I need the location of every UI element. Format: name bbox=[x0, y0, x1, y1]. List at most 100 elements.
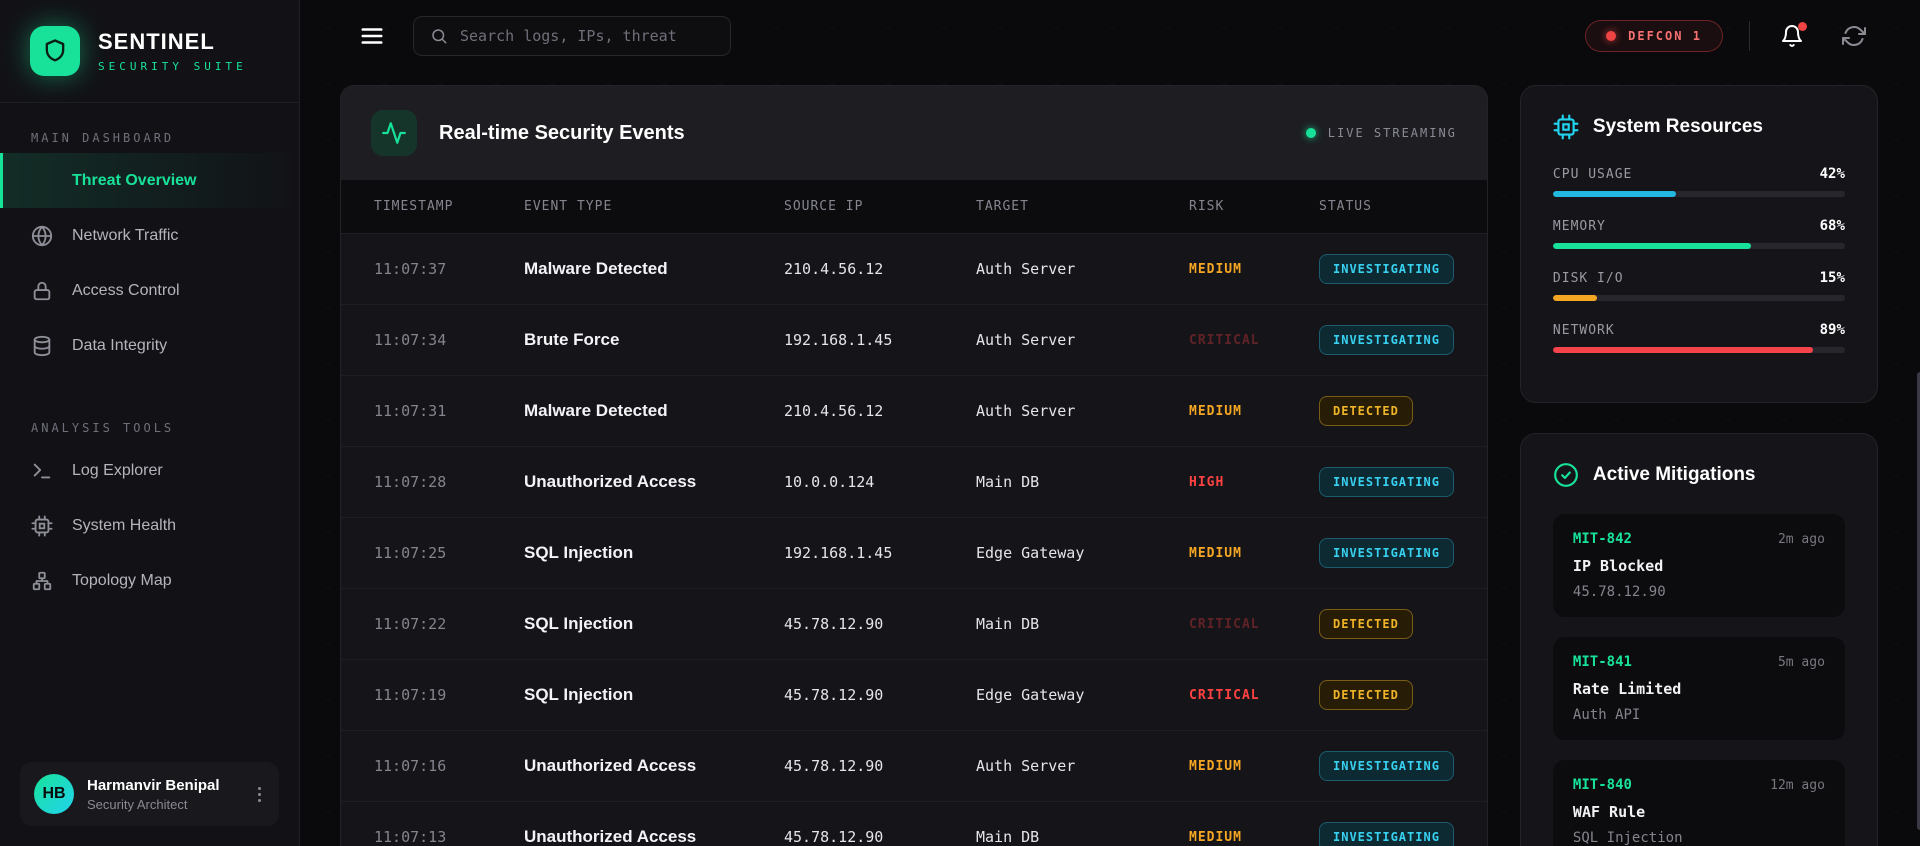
event-row[interactable]: 11:07:22 SQL Injection 45.78.12.90 Main … bbox=[341, 588, 1487, 659]
mitigation-id: MIT-842 bbox=[1573, 531, 1632, 547]
event-status-badge: DETECTED bbox=[1319, 609, 1413, 639]
metric-label: MEMORY bbox=[1553, 219, 1606, 234]
mitigation-action: IP Blocked bbox=[1573, 557, 1825, 575]
mitigation-time: 2m ago bbox=[1778, 532, 1825, 547]
sidebar-item[interactable]: Topology Map bbox=[0, 553, 299, 608]
mitigation-card[interactable]: MIT-842 2m ago IP Blocked 45.78.12.90 bbox=[1553, 514, 1845, 617]
sidebar-nav: MAIN DASHBOARD Threat Overview Network T… bbox=[0, 103, 299, 742]
sidebar-item-label: Log Explorer bbox=[72, 462, 163, 480]
event-row[interactable]: 11:07:19 SQL Injection 45.78.12.90 Edge … bbox=[341, 659, 1487, 730]
mitigation-id: MIT-840 bbox=[1573, 777, 1632, 793]
hamburger-menu-icon[interactable] bbox=[355, 19, 389, 53]
event-row[interactable]: 11:07:34 Brute Force 192.168.1.45 Auth S… bbox=[341, 304, 1487, 375]
col-target: TARGET bbox=[976, 199, 1189, 214]
event-status-badge: INVESTIGATING bbox=[1319, 325, 1454, 355]
metric-bar-track bbox=[1553, 295, 1845, 301]
sidebar-item-label: Topology Map bbox=[72, 572, 172, 590]
sidebar-item[interactable]: System Health bbox=[0, 498, 299, 553]
resource-metric: NETWORK 89% bbox=[1553, 322, 1845, 353]
sidebar-item[interactable]: Access Control bbox=[0, 263, 299, 318]
chip-icon bbox=[31, 515, 53, 537]
security-events-panel: Real-time Security Events LIVE STREAMING… bbox=[340, 85, 1488, 846]
event-row[interactable]: 11:07:13 Unauthorized Access 45.78.12.90… bbox=[341, 801, 1487, 846]
resource-metric: CPU USAGE 42% bbox=[1553, 166, 1845, 197]
event-status-badge: INVESTIGATING bbox=[1319, 467, 1454, 497]
sidebar-item-label: Network Traffic bbox=[72, 227, 178, 245]
event-row[interactable]: 11:07:25 SQL Injection 192.168.1.45 Edge… bbox=[341, 517, 1487, 588]
user-profile[interactable]: HB Harmanvir Benipal Security Architect bbox=[20, 762, 279, 826]
event-row[interactable]: 11:07:16 Unauthorized Access 45.78.12.90… bbox=[341, 730, 1487, 801]
event-status-badge: INVESTIGATING bbox=[1319, 254, 1454, 284]
notification-dot bbox=[1798, 22, 1807, 31]
refresh-button[interactable] bbox=[1838, 20, 1870, 52]
profile-menu-icon[interactable] bbox=[254, 783, 265, 806]
event-risk: CRITICAL bbox=[1189, 617, 1319, 632]
event-target: Main DB bbox=[976, 615, 1189, 633]
activity-icon bbox=[381, 120, 407, 146]
main-area: DEFCON 1 bbox=[300, 0, 1920, 846]
live-dot bbox=[1306, 128, 1316, 138]
profile-role: Security Architect bbox=[87, 797, 241, 812]
event-type: Unauthorized Access bbox=[524, 827, 784, 846]
event-row[interactable]: 11:07:31 Malware Detected 210.4.56.12 Au… bbox=[341, 375, 1487, 446]
event-source-ip: 210.4.56.12 bbox=[784, 260, 976, 278]
live-streaming-indicator: LIVE STREAMING bbox=[1306, 126, 1457, 140]
event-row[interactable]: 11:07:28 Unauthorized Access 10.0.0.124 … bbox=[341, 446, 1487, 517]
event-timestamp: 11:07:28 bbox=[374, 473, 524, 491]
sidebar: SENTINEL SECURITY SUITE MAIN DASHBOARD T… bbox=[0, 0, 300, 846]
event-timestamp: 11:07:37 bbox=[374, 260, 524, 278]
metric-bar-track bbox=[1553, 347, 1845, 353]
metric-value: 15% bbox=[1820, 270, 1845, 286]
event-target: Auth Server bbox=[976, 260, 1189, 278]
search-input[interactable] bbox=[460, 27, 714, 45]
topbar-divider bbox=[1749, 21, 1750, 51]
metric-bar-track bbox=[1553, 191, 1845, 197]
mitigation-card[interactable]: MIT-841 5m ago Rate Limited Auth API bbox=[1553, 637, 1845, 740]
metric-label: CPU USAGE bbox=[1553, 167, 1632, 182]
event-status-badge: DETECTED bbox=[1319, 680, 1413, 710]
sidebar-item-label: Access Control bbox=[72, 282, 180, 300]
nav-section-main-label: MAIN DASHBOARD bbox=[31, 131, 299, 145]
sidebar-item-label: Threat Overview bbox=[72, 172, 197, 190]
event-type: Malware Detected bbox=[524, 401, 784, 421]
resource-metric: DISK I/O 15% bbox=[1553, 270, 1845, 301]
defcon-dot bbox=[1606, 31, 1616, 41]
event-risk: MEDIUM bbox=[1189, 262, 1319, 277]
search-box[interactable] bbox=[413, 16, 731, 56]
event-type: Malware Detected bbox=[524, 259, 784, 279]
event-risk: HIGH bbox=[1189, 475, 1319, 490]
notifications-button[interactable] bbox=[1776, 20, 1808, 52]
mitigation-time: 5m ago bbox=[1778, 655, 1825, 670]
database-icon bbox=[31, 335, 53, 357]
event-source-ip: 45.78.12.90 bbox=[784, 828, 976, 846]
mitigation-target: Auth API bbox=[1573, 707, 1825, 723]
avatar: HB bbox=[34, 774, 74, 814]
event-status-badge: INVESTIGATING bbox=[1319, 538, 1454, 568]
event-target: Edge Gateway bbox=[976, 686, 1189, 704]
event-type: Unauthorized Access bbox=[524, 756, 784, 776]
globe-icon bbox=[31, 225, 53, 247]
sidebar-item[interactable]: Log Explorer bbox=[0, 443, 299, 498]
metric-bar-fill bbox=[1553, 347, 1813, 353]
mitigation-card[interactable]: MIT-840 12m ago WAF Rule SQL Injection bbox=[1553, 760, 1845, 846]
event-timestamp: 11:07:19 bbox=[374, 686, 524, 704]
event-risk: MEDIUM bbox=[1189, 546, 1319, 561]
sidebar-item[interactable]: Threat Overview bbox=[0, 153, 299, 208]
event-row[interactable]: 11:07:37 Malware Detected 210.4.56.12 Au… bbox=[341, 233, 1487, 304]
topology-icon bbox=[31, 570, 53, 592]
metric-value: 89% bbox=[1820, 322, 1845, 338]
sidebar-item[interactable]: Data Integrity bbox=[0, 318, 299, 373]
sidebar-item[interactable]: Network Traffic bbox=[0, 208, 299, 263]
metric-label: DISK I/O bbox=[1553, 271, 1624, 286]
mitigation-action: WAF Rule bbox=[1573, 803, 1825, 821]
defcon-badge[interactable]: DEFCON 1 bbox=[1585, 20, 1723, 52]
event-risk: MEDIUM bbox=[1189, 759, 1319, 774]
event-target: Auth Server bbox=[976, 402, 1189, 420]
event-risk: MEDIUM bbox=[1189, 830, 1319, 845]
defcon-label: DEFCON 1 bbox=[1628, 29, 1702, 43]
event-type: SQL Injection bbox=[524, 685, 784, 705]
event-timestamp: 11:07:22 bbox=[374, 615, 524, 633]
event-source-ip: 45.78.12.90 bbox=[784, 757, 976, 775]
event-target: Edge Gateway bbox=[976, 544, 1189, 562]
event-status-badge: INVESTIGATING bbox=[1319, 751, 1454, 781]
